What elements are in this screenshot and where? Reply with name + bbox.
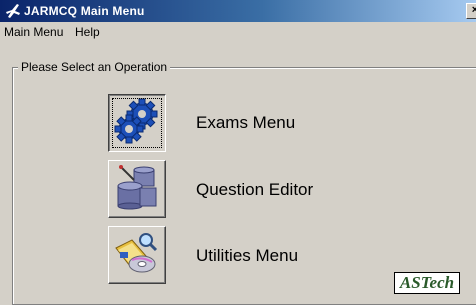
utilities-menu-label[interactable]: Utilities Menu	[196, 246, 298, 266]
question-editor-button[interactable]	[108, 160, 166, 218]
database-edit-icon	[114, 164, 160, 215]
groupbox-legend: Please Select an Operation	[18, 60, 171, 74]
close-button[interactable]: ×	[466, 3, 476, 19]
menu-bar: Main Menu Help	[0, 22, 476, 42]
utilities-icon	[114, 230, 160, 281]
exams-menu-button[interactable]	[108, 94, 166, 152]
menu-main-menu[interactable]: Main Menu	[4, 25, 63, 39]
title-bar: JARMCQ Main Menu ×	[0, 0, 476, 22]
question-editor-label[interactable]: Question Editor	[196, 180, 313, 200]
app-icon	[5, 3, 21, 19]
astech-logo: ASTech	[394, 272, 460, 294]
utilities-menu-button[interactable]	[108, 226, 166, 284]
menu-help[interactable]: Help	[75, 25, 100, 39]
window-title: JARMCQ Main Menu	[24, 4, 145, 18]
focus-rect	[112, 98, 162, 148]
exams-menu-label[interactable]: Exams Menu	[196, 113, 295, 133]
